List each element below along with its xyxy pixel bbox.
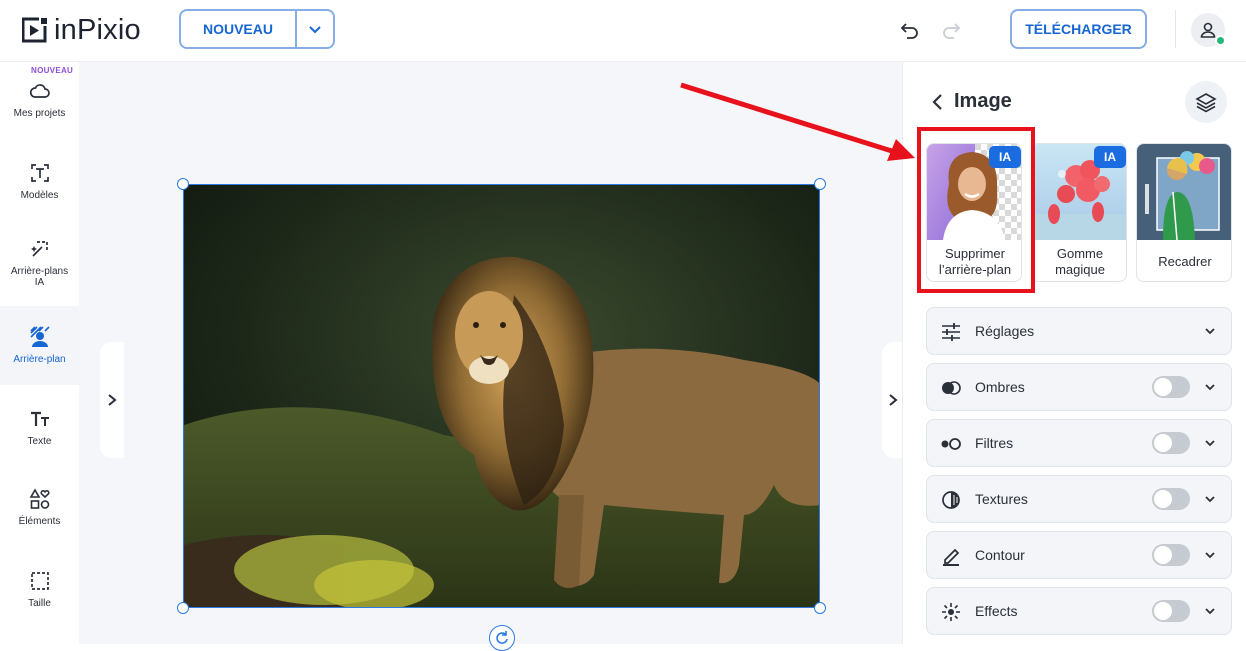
sidebar-item-label: Modèles bbox=[20, 190, 59, 201]
expand-left-panel-button[interactable] bbox=[100, 342, 124, 458]
new-dropdown-button[interactable] bbox=[295, 9, 335, 49]
resize-handle-top-left[interactable] bbox=[177, 178, 189, 190]
shadow-icon bbox=[942, 381, 961, 395]
logo-text: inPixio bbox=[54, 13, 141, 46]
chevron-down-icon bbox=[309, 26, 321, 34]
cloud-icon bbox=[29, 84, 50, 98]
sidebar-item-elements[interactable]: Éléments bbox=[0, 488, 79, 554]
app-logo[interactable]: inPixio bbox=[22, 14, 141, 46]
chevron-down-icon bbox=[1205, 496, 1215, 503]
rotate-handle[interactable] bbox=[489, 625, 515, 651]
left-sidebar: NOUVEAU Mes projets Modèles Arrière-plan… bbox=[0, 62, 79, 644]
sidebar-item-taille[interactable]: Taille bbox=[0, 570, 79, 636]
sidebar-item-label: Mes projets bbox=[13, 108, 66, 119]
section-ombres[interactable]: Ombres bbox=[926, 363, 1232, 411]
section-label: Effects bbox=[975, 603, 1018, 619]
top-bar: inPixio NOUVEAU TÉLÉCHARGER bbox=[0, 0, 1246, 62]
sidebar-item-label: Éléments bbox=[18, 516, 61, 527]
sidebar-item-arriere-plan[interactable]: Arrière-plan bbox=[0, 306, 79, 385]
templates-icon bbox=[30, 164, 49, 182]
sidebar-item-texte[interactable]: Texte bbox=[0, 408, 79, 474]
download-button[interactable]: TÉLÉCHARGER bbox=[1010, 9, 1147, 49]
tool-magic-eraser[interactable]: IA Gomme magique bbox=[1031, 143, 1127, 282]
tool-label: Gomme magique bbox=[1055, 245, 1105, 277]
chevron-right-icon bbox=[889, 394, 898, 406]
resize-handle-bottom-left[interactable] bbox=[177, 602, 189, 614]
user-icon bbox=[1200, 22, 1216, 38]
background-icon bbox=[29, 326, 50, 347]
section-label: Ombres bbox=[975, 379, 1025, 395]
resize-handle-top-right[interactable] bbox=[814, 178, 826, 190]
magic-eraser-thumbnail: IA bbox=[1032, 144, 1126, 240]
annotation-highlight-box bbox=[917, 127, 1035, 293]
sidebar-item-label: Arrière-plans IA bbox=[10, 266, 69, 288]
filter-icon bbox=[941, 438, 961, 450]
online-status-dot bbox=[1215, 35, 1226, 46]
layers-button[interactable] bbox=[1185, 81, 1227, 123]
pencil-icon bbox=[943, 548, 960, 566]
section-label: Textures bbox=[975, 491, 1028, 507]
resize-handle-bottom-right[interactable] bbox=[814, 602, 826, 614]
shadow-toggle[interactable] bbox=[1152, 376, 1190, 398]
chevron-down-icon bbox=[1205, 608, 1215, 615]
texture-icon bbox=[942, 491, 960, 509]
ai-badge: IA bbox=[1094, 146, 1126, 168]
sliders-icon bbox=[942, 323, 960, 341]
section-label: Filtres bbox=[975, 435, 1014, 451]
texture-toggle[interactable] bbox=[1152, 488, 1190, 510]
undo-icon[interactable] bbox=[898, 18, 922, 42]
sidebar-item-modeles[interactable]: Modèles bbox=[0, 162, 79, 228]
sidebar-item-label: Texte bbox=[27, 436, 52, 447]
elements-icon bbox=[29, 488, 50, 509]
sidebar-item-label: Taille bbox=[28, 598, 51, 609]
section-textures[interactable]: Textures bbox=[926, 475, 1232, 523]
sidebar-item-arriere-plans-ia[interactable]: Arrière-plans IA bbox=[0, 238, 79, 308]
section-filtres[interactable]: Filtres bbox=[926, 419, 1232, 467]
ai-background-icon bbox=[30, 241, 48, 257]
text-icon bbox=[30, 411, 49, 426]
effects-toggle[interactable] bbox=[1152, 600, 1190, 622]
section-reglages[interactable]: Réglages bbox=[926, 307, 1232, 355]
new-badge: NOUVEAU bbox=[31, 66, 74, 75]
header-divider bbox=[1175, 10, 1176, 48]
size-icon bbox=[30, 572, 49, 590]
panel-title: Image bbox=[954, 90, 1012, 112]
section-contour[interactable]: Contour bbox=[926, 531, 1232, 579]
chevron-down-icon bbox=[1205, 328, 1215, 335]
effects-icon bbox=[942, 603, 960, 621]
collapse-right-panel-button[interactable] bbox=[882, 342, 904, 458]
tool-crop[interactable]: Recadrer bbox=[1136, 143, 1232, 282]
lion-image bbox=[184, 185, 819, 607]
user-avatar[interactable] bbox=[1191, 13, 1226, 47]
logo-icon bbox=[22, 17, 48, 43]
section-effects[interactable]: Effects bbox=[926, 587, 1232, 635]
section-label: Contour bbox=[975, 547, 1025, 563]
filter-toggle[interactable] bbox=[1152, 432, 1190, 454]
chevron-down-icon bbox=[1205, 440, 1215, 447]
sidebar-item-mes-projets[interactable]: Mes projets bbox=[0, 80, 79, 146]
new-button[interactable]: NOUVEAU bbox=[179, 9, 295, 49]
chevron-down-icon bbox=[1205, 552, 1215, 559]
layers-icon bbox=[1195, 93, 1217, 113]
contour-toggle[interactable] bbox=[1152, 544, 1190, 566]
redo-icon[interactable] bbox=[939, 18, 963, 42]
tool-label: Recadrer bbox=[1158, 253, 1212, 269]
lion-photo[interactable] bbox=[183, 184, 820, 608]
sidebar-item-label: Arrière-plan bbox=[13, 354, 66, 365]
chevron-down-icon bbox=[1205, 384, 1215, 391]
chevron-right-icon bbox=[108, 394, 117, 406]
crop-thumbnail bbox=[1137, 144, 1231, 240]
back-chevron-icon[interactable] bbox=[929, 92, 945, 112]
section-label: Réglages bbox=[975, 323, 1035, 339]
